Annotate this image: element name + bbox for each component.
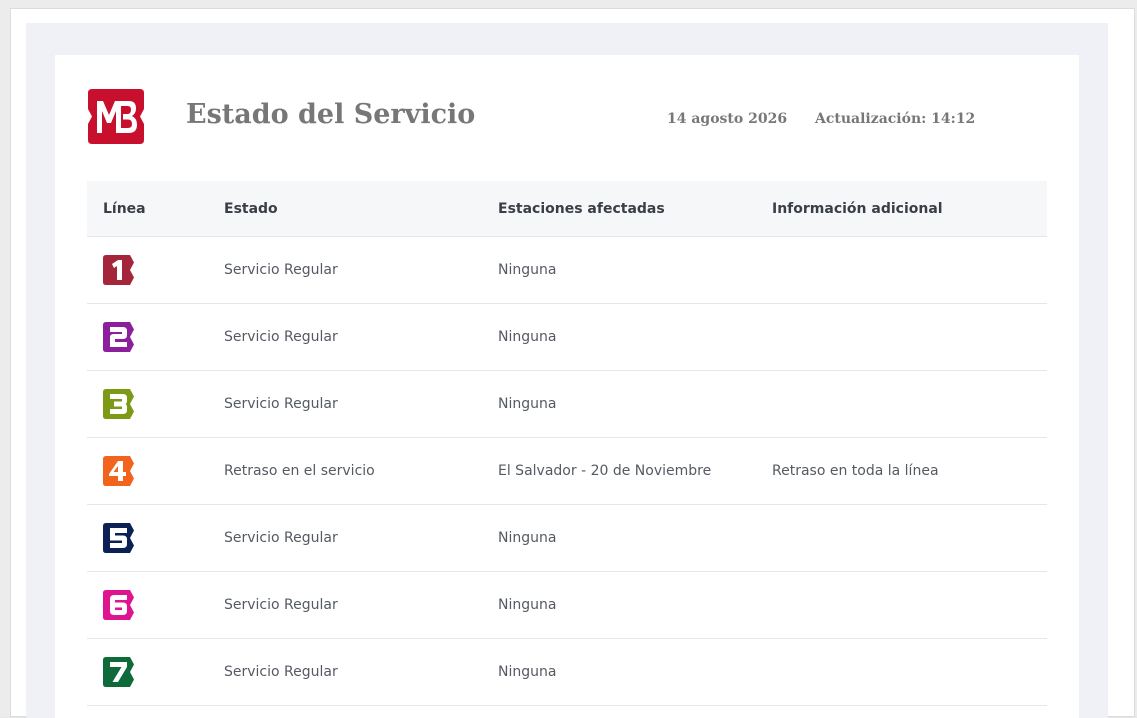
stations-cell: Ninguna bbox=[498, 396, 557, 412]
status-cell: Servicio Regular bbox=[224, 597, 338, 613]
table-row: Servicio Regular Ninguna bbox=[87, 304, 1047, 371]
stations-cell: Ninguna bbox=[498, 530, 557, 546]
last-update-label: Actualización: 14:12 bbox=[815, 111, 976, 127]
page-title: Estado del Servicio bbox=[186, 99, 476, 130]
status-cell: Servicio Regular bbox=[224, 262, 338, 278]
service-status-table: Línea Estado Estaciones afectadas Inform… bbox=[87, 181, 1047, 706]
header-line: Línea bbox=[103, 200, 146, 217]
stations-cell: El Salvador - 20 de Noviembre bbox=[498, 463, 712, 479]
status-cell: Retraso en el servicio bbox=[224, 463, 375, 479]
line-cell bbox=[87, 456, 224, 486]
metro-logo-icon bbox=[88, 89, 144, 144]
stations-cell: Ninguna bbox=[498, 262, 557, 278]
table-row: Servicio Regular Ninguna bbox=[87, 639, 1047, 706]
status-cell: Servicio Regular bbox=[224, 664, 338, 680]
stations-cell: Ninguna bbox=[498, 664, 557, 680]
table-row: Servicio Regular Ninguna bbox=[87, 505, 1047, 572]
status-cell: Servicio Regular bbox=[224, 530, 338, 546]
table-row: Servicio Regular Ninguna bbox=[87, 371, 1047, 438]
line-4-icon bbox=[103, 456, 134, 486]
table-row: Servicio Regular Ninguna bbox=[87, 237, 1047, 304]
line-cell bbox=[87, 322, 224, 352]
stations-cell: Ninguna bbox=[498, 329, 557, 345]
date-label: 14 agosto 2026 bbox=[667, 111, 788, 127]
status-card: Estado del Servicio 14 agosto 2026 Actua… bbox=[55, 55, 1079, 718]
status-cell: Servicio Regular bbox=[224, 329, 338, 345]
browser-frame: Estado del Servicio 14 agosto 2026 Actua… bbox=[0, 0, 1137, 718]
line-3-icon bbox=[103, 389, 134, 419]
status-cell: Servicio Regular bbox=[224, 396, 338, 412]
line-2-icon bbox=[103, 322, 134, 352]
line-6-icon bbox=[103, 590, 134, 620]
line-5-icon bbox=[103, 523, 134, 553]
table-header: Línea Estado Estaciones afectadas Inform… bbox=[87, 181, 1047, 237]
page-viewport: Estado del Servicio 14 agosto 2026 Actua… bbox=[10, 8, 1135, 718]
line-cell bbox=[87, 389, 224, 419]
header-stations: Estaciones afectadas bbox=[498, 200, 665, 217]
line-cell bbox=[87, 657, 224, 687]
table-row: Retraso en el servicio El Salvador - 20 … bbox=[87, 438, 1047, 505]
table-row: Servicio Regular Ninguna bbox=[87, 572, 1047, 639]
page-background: Estado del Servicio 14 agosto 2026 Actua… bbox=[26, 23, 1108, 718]
line-cell bbox=[87, 523, 224, 553]
line-7-icon bbox=[103, 657, 134, 687]
line-cell bbox=[87, 590, 224, 620]
header-info: Información adicional bbox=[772, 200, 943, 217]
line-cell bbox=[87, 255, 224, 285]
header-status: Estado bbox=[224, 200, 278, 217]
info-cell: Retraso en toda la línea bbox=[772, 463, 939, 479]
stations-cell: Ninguna bbox=[498, 597, 557, 613]
line-1-icon bbox=[103, 255, 134, 285]
